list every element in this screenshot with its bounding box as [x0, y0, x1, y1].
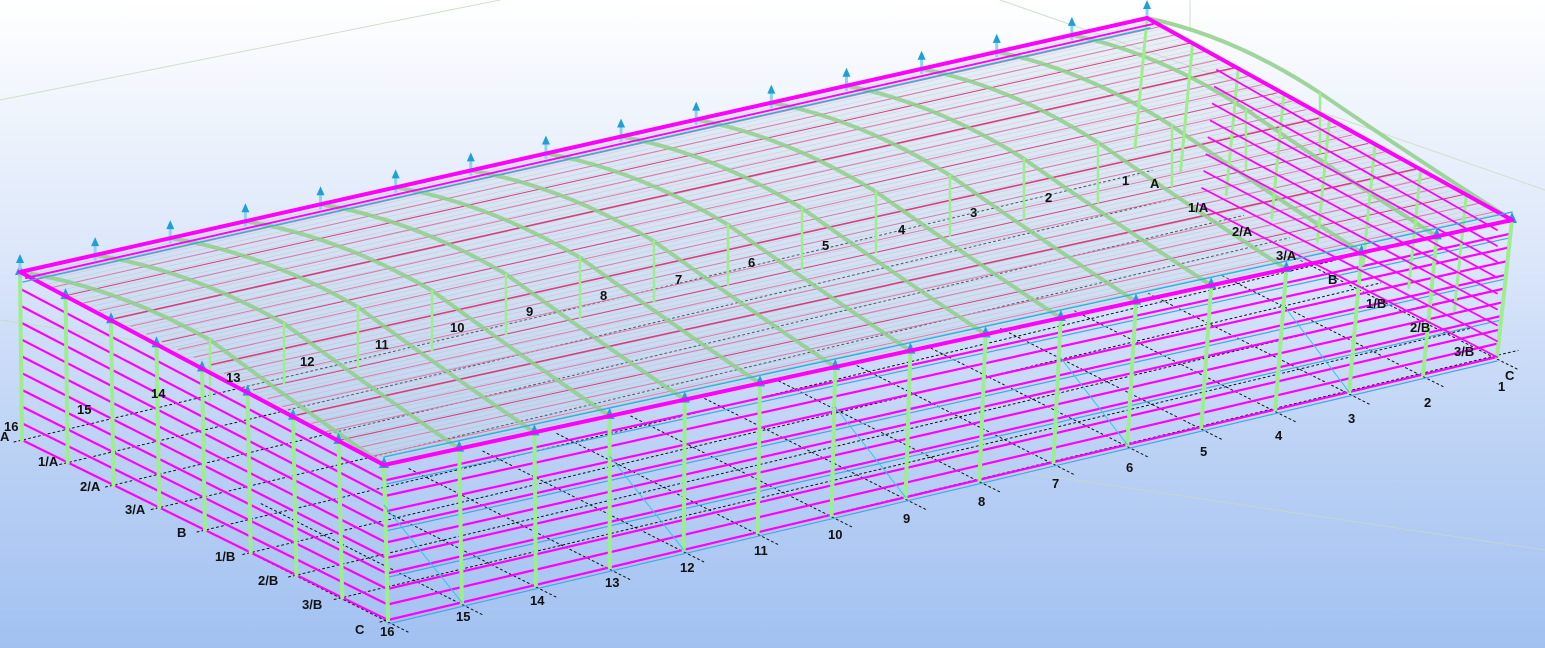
grid-label-letter-right: 3/A [1276, 248, 1297, 263]
grid-label-letter-right: 2/B [1410, 320, 1430, 335]
gable-column [291, 414, 299, 577]
eave-cap [767, 84, 776, 94]
grid-label-number-bottom: 4 [1275, 428, 1283, 443]
guide-line [0, 0, 501, 101]
eave-cap [541, 135, 550, 145]
grid-label-number-roof: 7 [675, 272, 682, 287]
wall-column [681, 397, 687, 552]
eave-cap [1067, 16, 1076, 26]
eave-cap [692, 101, 701, 111]
grid-label-number-roof: 14 [151, 386, 166, 401]
grid-label-number-roof: 8 [600, 288, 607, 303]
grid-label-number-bottom: 11 [754, 543, 768, 558]
wall-column [829, 365, 838, 517]
grid-label-number-roof: 3 [970, 205, 977, 220]
grid-label-letter-left: A [0, 429, 10, 444]
eave-cap [917, 50, 926, 60]
grid-label-letter-left: 2/B [258, 573, 278, 588]
grid-label-number-roof: 1 [1122, 173, 1129, 188]
grid-label-number-bottom: 3 [1348, 411, 1355, 426]
grid-label-number-roof: 12 [300, 354, 314, 369]
grid-label-number-bottom: 9 [903, 511, 910, 526]
eave-cap [16, 254, 24, 263]
grid-label-number-roof: 6 [748, 255, 755, 270]
eave-cap [617, 118, 626, 128]
grid-label-number-bottom: 7 [1052, 476, 1059, 491]
grid-label-letter-right: 1/B [1366, 296, 1386, 311]
wall-bracing [609, 455, 685, 551]
grid-label-number-bottom: 2 [1424, 395, 1431, 410]
grid-label-number-bottom: 14 [530, 593, 545, 608]
grid-label-number-roof: 15 [77, 402, 91, 417]
grid-label-letter-right: A [1150, 176, 1160, 191]
eave-cap [316, 186, 325, 196]
eave-cap [1143, 0, 1151, 9]
gable-column [109, 318, 116, 487]
wall-column [903, 348, 913, 500]
eave-cap [391, 169, 400, 179]
grid-label-letter-right: B [1328, 272, 1337, 287]
3d-model-viewport[interactable]: 16 15 14 13 12 11 10 9 8 7 6 5 4 3 2 1 1 2 3 4 5 6 7 8 9 10 11 12 13… [0, 0, 1545, 648]
structure-members [15, 0, 1517, 625]
grid-label-number-roof: 11 [375, 337, 389, 352]
grid-label-letter-left: 3/B [302, 597, 322, 612]
grid-label-letter-right: 3/B [1454, 344, 1474, 359]
eave-cap [842, 67, 851, 77]
grid-label-letter-right: C [1505, 368, 1515, 383]
grid-label-number-bottom: 10 [828, 527, 842, 542]
eave-cap [241, 203, 250, 213]
grid-label-number-bottom: 15 [456, 609, 470, 624]
grid-label-letter-left: 1/B [215, 549, 235, 564]
gable-column [154, 342, 162, 510]
grid-label-letter-left: B [177, 525, 186, 540]
grid-label-letter-right: 1/A [1188, 200, 1209, 215]
grid-label-number-bottom: 12 [680, 560, 694, 575]
gable-column [382, 463, 390, 622]
grid-label-letter-left: C [355, 622, 365, 637]
grid-label-number-bottom: 6 [1126, 460, 1133, 475]
eave-cap [992, 33, 1001, 43]
grid-label-number-roof: 13 [226, 370, 240, 385]
grid-label-number-roof: 5 [822, 238, 829, 253]
grid-label-number-roof: 2 [1045, 190, 1052, 205]
gable-column [245, 390, 253, 555]
grid-label-letter-left: 2/A [80, 479, 101, 494]
eave-cap [466, 152, 475, 162]
gable-column [63, 294, 70, 465]
grid-label-number-bottom: 16 [380, 624, 394, 639]
eave-cap [166, 220, 175, 230]
ground-grid-line [1073, 310, 1296, 423]
grid-label-letter-left: 1/A [38, 454, 59, 469]
gable-column [200, 366, 207, 532]
grid-label-letter-left: 3/A [125, 502, 146, 517]
wall-column [532, 430, 538, 587]
steel-frame-model[interactable]: 1615141312111098765432112345678910111213… [0, 0, 1545, 648]
grid-label-number-bottom: 8 [978, 494, 985, 509]
grid-label-number-bottom: 13 [605, 575, 619, 590]
gable-column [18, 270, 24, 442]
grid-label-letter-right: 2/A [1232, 224, 1253, 239]
eave-cap [91, 237, 100, 247]
wall-column [755, 381, 762, 535]
grid-label-number-roof: 4 [898, 222, 906, 237]
grid-label-number-bottom: 5 [1200, 444, 1207, 459]
gable-column-far [1498, 218, 1514, 336]
wall-column [457, 446, 464, 605]
grid-label-number-roof: 9 [526, 304, 533, 319]
grid-label-number-roof: 10 [450, 320, 464, 335]
